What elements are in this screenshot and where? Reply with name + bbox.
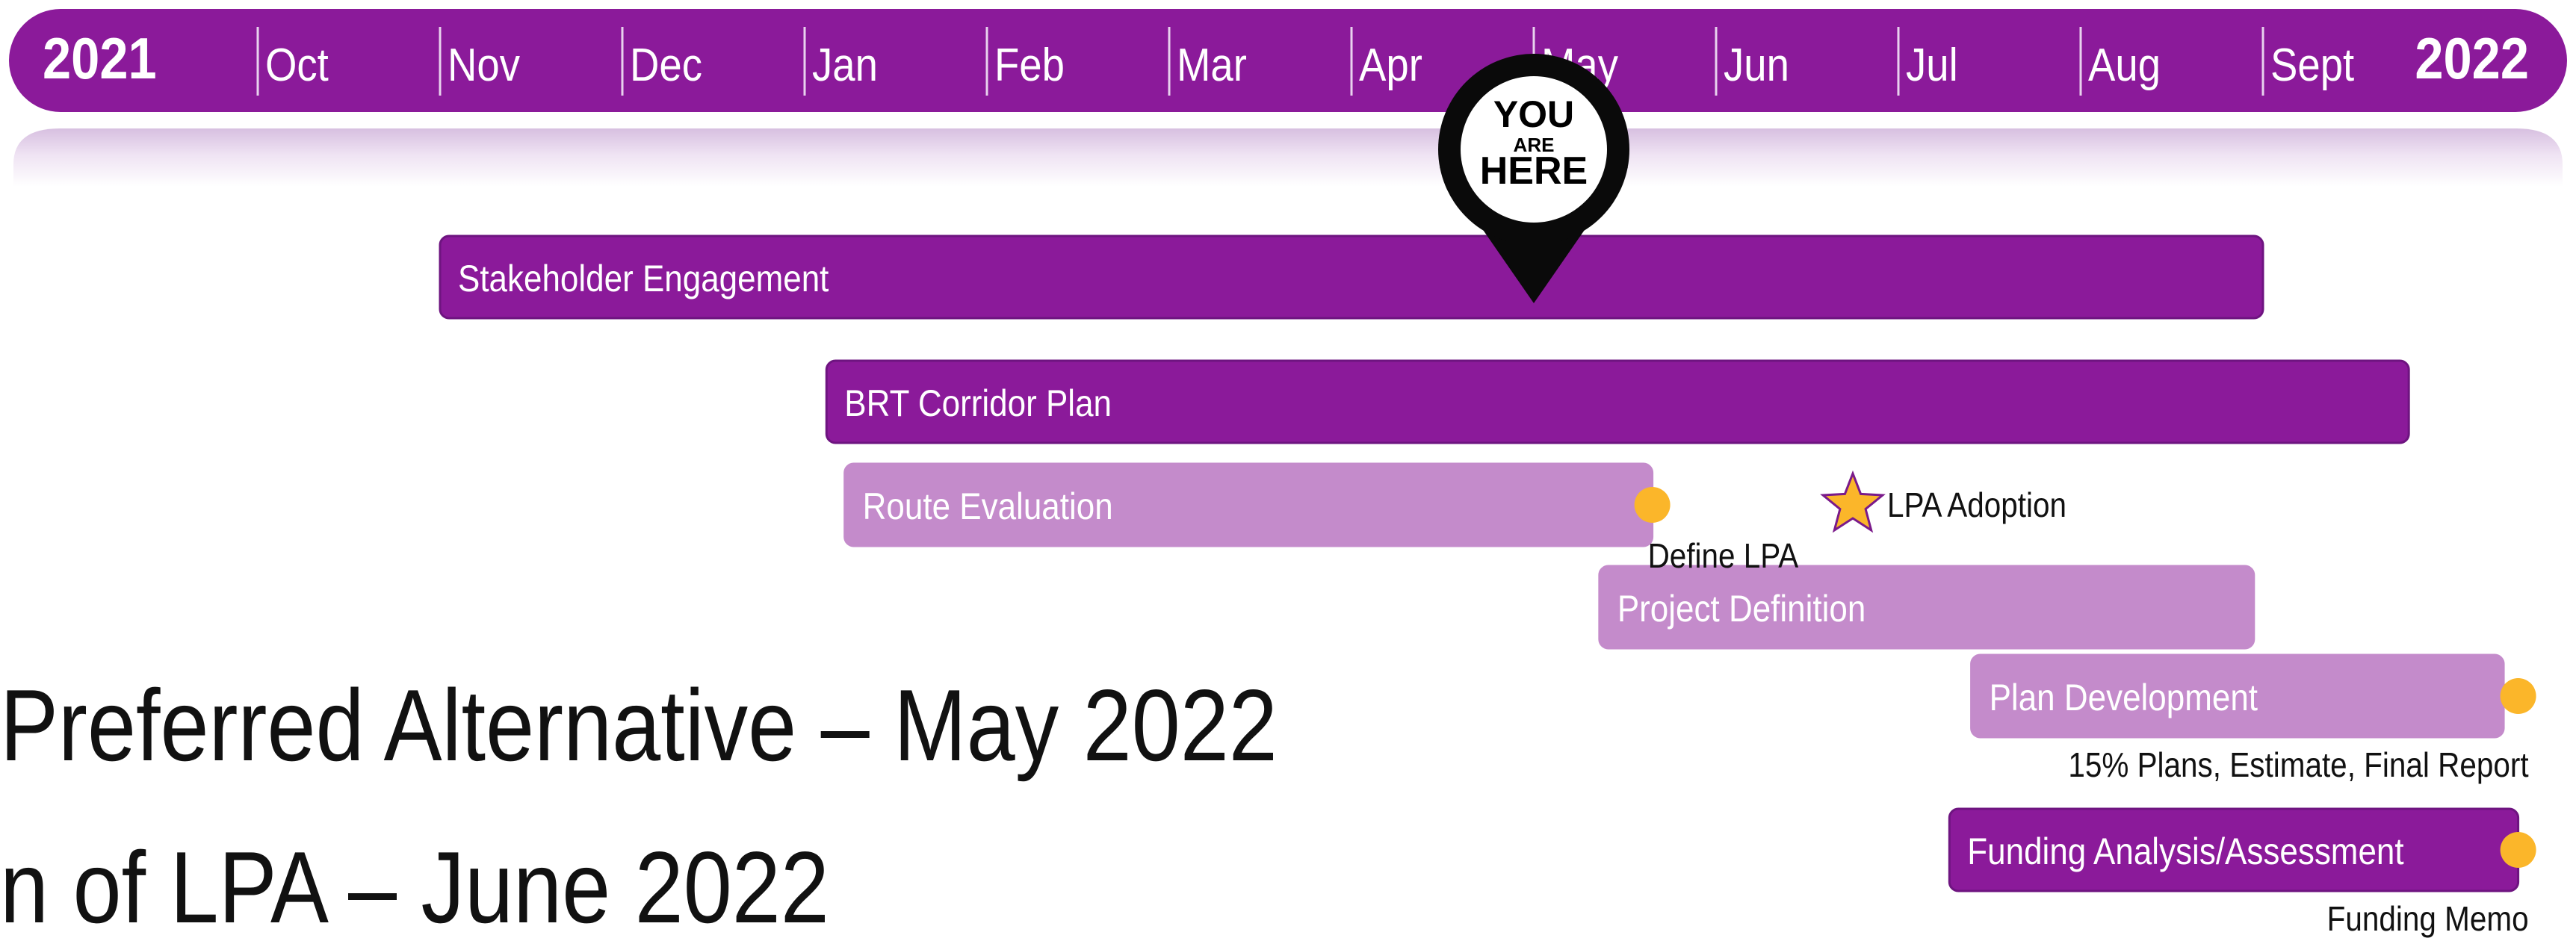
month-label-jul: Jul xyxy=(1906,40,1958,91)
timeline-shadow xyxy=(13,128,2563,187)
task-label-plan-development: Plan Development xyxy=(1990,676,2258,718)
task-label-brt-corridor-plan: BRT Corridor Plan xyxy=(844,382,1112,423)
month-label-jan: Jan xyxy=(812,40,878,91)
milestone-label-funding-memo: Funding Memo xyxy=(2327,901,2529,939)
you-are-here-line-1: YOU xyxy=(1493,93,1574,135)
month-label-aug: Aug xyxy=(2088,40,2161,91)
end-year-label: 2022 xyxy=(2415,25,2529,91)
task-label-route-evaluation: Route Evaluation xyxy=(863,485,1113,527)
month-label-feb: Feb xyxy=(994,40,1065,91)
dot-milestone-15-plans-estimate-final-report xyxy=(2500,678,2536,714)
dot-milestone-define-lpa xyxy=(1634,487,1671,523)
milestone-label-define-lpa: Define LPA xyxy=(1648,538,1799,576)
month-label-mar: Mar xyxy=(1177,40,1247,91)
task-label-project-definition: Project Definition xyxy=(1617,587,1866,629)
task-label-stakeholder-engagement: Stakeholder Engagement xyxy=(458,257,829,299)
month-label-apr: Apr xyxy=(1359,40,1422,91)
month-label-sept: Sept xyxy=(2270,40,2354,91)
project-timeline: 2021 2022 Oct Nov Dec Jan Feb Mar Apr May Jun Jul… xyxy=(9,9,2567,939)
month-label-jun: Jun xyxy=(1724,40,1789,91)
start-year-label: 2021 xyxy=(43,25,157,91)
milestone-label-15-plans-estimate-final-report: 15% Plans, Estimate, Final Report xyxy=(2068,747,2528,785)
body-text-line-2: n of LPA – June 2022 xyxy=(0,830,829,944)
milestone-label-lpa-adoption: LPA Adoption xyxy=(1887,487,2066,525)
body-text-line-1: Preferred Alternative – May 2022 xyxy=(0,668,1278,782)
dot-milestone-funding-memo xyxy=(2500,832,2536,868)
star-milestone-lpa-adoption xyxy=(1820,470,1886,533)
month-label-nov: Nov xyxy=(448,40,520,91)
you-are-here-line-3: HERE xyxy=(1480,149,1588,193)
task-label-funding-analysis-assessment: Funding Analysis/Assessment xyxy=(1967,830,2403,872)
month-label-dec: Dec xyxy=(630,40,702,91)
month-label-oct: Oct xyxy=(265,40,329,91)
timeline-header-bar xyxy=(9,9,2567,112)
